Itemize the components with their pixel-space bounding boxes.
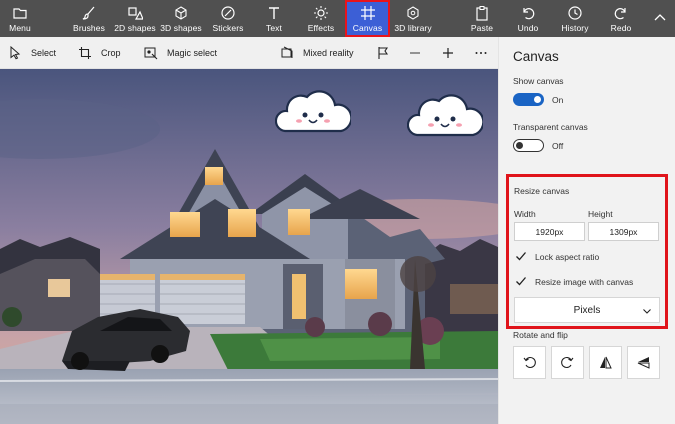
canvas-settings-panel: Canvas Show canvas On Transparent canvas… [498,37,675,424]
brushes-label: Brushes [73,22,105,33]
crop-label: Crop [101,48,121,58]
select-button[interactable]: Select [8,37,56,69]
minus-icon [410,52,420,54]
resize-image-checkbox[interactable] [515,275,527,287]
text-label: Text [266,22,282,33]
top-toolbar: Menu Brushes 2D shapes 3D shapes Sticker… [0,0,675,37]
rotate-right-button[interactable] [551,346,584,379]
resize-canvas-section: Resize canvas Width Height 1920px 1309px… [506,174,668,329]
mixed-reality-icon [281,46,293,58]
text-button[interactable]: Text [260,0,288,37]
text-t-icon [266,5,282,21]
2d-shapes-button[interactable]: 2D shapes [114,0,156,37]
resize-image-label: Resize image with canvas [535,277,634,287]
show-canvas-toggle[interactable] [513,93,544,106]
3d-library-icon [405,5,421,21]
redo-label: Redo [610,22,632,33]
folder-icon [12,5,28,21]
cloud-sticker[interactable] [275,85,351,137]
menu-button[interactable]: Menu [6,0,34,37]
paste-label: Paste [470,22,494,33]
undo-arrow-icon [520,5,536,21]
transparent-canvas-state: Off [552,141,564,151]
more-options-button[interactable] [474,37,488,69]
cloud-sticker[interactable] [407,89,483,141]
panel-title: Canvas [513,49,559,64]
plus-icon [443,48,453,58]
zoom-in-button[interactable] [441,37,455,69]
zoom-out-button[interactable] [408,37,422,69]
drawing-canvas[interactable] [0,69,498,424]
cursor-arrow-icon [10,46,21,60]
flag-button[interactable] [376,37,390,69]
stickers-button[interactable]: Stickers [210,0,246,37]
flip-horizontal-icon [600,356,612,369]
more-dots-icon [475,52,487,54]
sticker-icon [220,5,236,21]
redo-arrow-icon [613,5,629,21]
3d-shapes-button[interactable]: 3D shapes [160,0,202,37]
width-label: Width [514,209,536,219]
undo-button[interactable]: Undo [514,0,542,37]
rotate-flip-label: Rotate and flip [513,330,568,340]
crop-icon [79,47,91,59]
resize-canvas-label: Resize canvas [514,186,570,196]
magic-select-label: Magic select [167,48,218,58]
transparent-canvas-toggle[interactable] [513,139,544,152]
effects-label: Effects [307,22,335,33]
flip-horizontal-button[interactable] [589,346,622,379]
sun-effects-icon [313,5,329,21]
width-input[interactable]: 1920px [514,222,585,241]
rotate-left-button[interactable] [513,346,546,379]
magic-select-icon [144,47,158,60]
height-input[interactable]: 1309px [588,222,659,241]
canvas-button[interactable]: Canvas [345,0,390,37]
history-button[interactable]: History [558,0,592,37]
3d-cube-icon [173,5,189,21]
checkmark-icon [516,277,526,286]
redo-button[interactable]: Redo [607,0,635,37]
3d-shapes-label: 3D shapes [160,22,202,33]
paste-button[interactable]: Paste [468,0,496,37]
3d-library-button[interactable]: 3D library [392,0,434,37]
magic-select-button[interactable]: Magic select [144,37,217,69]
menu-label: Menu [9,22,31,33]
select-label: Select [31,48,57,58]
clock-history-icon [567,5,583,21]
crop-button[interactable]: Crop [78,37,121,69]
rotate-left-icon [523,356,536,369]
clipboard-icon [474,5,490,21]
rotate-right-icon [561,356,574,369]
collapse-toolbar-button[interactable] [650,0,670,37]
flip-vertical-button[interactable] [627,346,660,379]
show-canvas-label: Show canvas [513,76,564,86]
units-dropdown[interactable]: Pixels [514,297,660,323]
mixed-reality-button[interactable]: Mixed reality [280,37,354,69]
lock-aspect-checkbox[interactable] [515,250,527,262]
brush-icon [81,5,97,21]
history-label: History [561,22,589,33]
lock-aspect-label: Lock aspect ratio [535,252,600,262]
transparent-canvas-label: Transparent canvas [513,122,588,132]
undo-label: Undo [517,22,539,33]
3d-library-label: 3D library [394,22,432,33]
units-value: Pixels [573,304,601,316]
canvas-label: Canvas [352,22,383,33]
show-canvas-state: On [552,95,564,105]
checkmark-icon [516,252,526,261]
brushes-button[interactable]: Brushes [72,0,106,37]
height-label: Height [588,209,613,219]
2d-shapes-icon [127,5,143,21]
flip-vertical-icon [637,357,650,369]
2d-shapes-label: 2D shapes [114,22,156,33]
chevron-down-icon [642,306,652,316]
stickers-label: Stickers [212,22,244,33]
flag-icon [378,47,389,59]
canvas-grid-icon [360,5,376,21]
chevron-up-icon [652,10,668,26]
tools-toolbar: Select Crop Magic select Mixed reality [0,37,498,69]
mixed-reality-label: Mixed reality [303,48,354,58]
effects-button[interactable]: Effects [304,0,338,37]
